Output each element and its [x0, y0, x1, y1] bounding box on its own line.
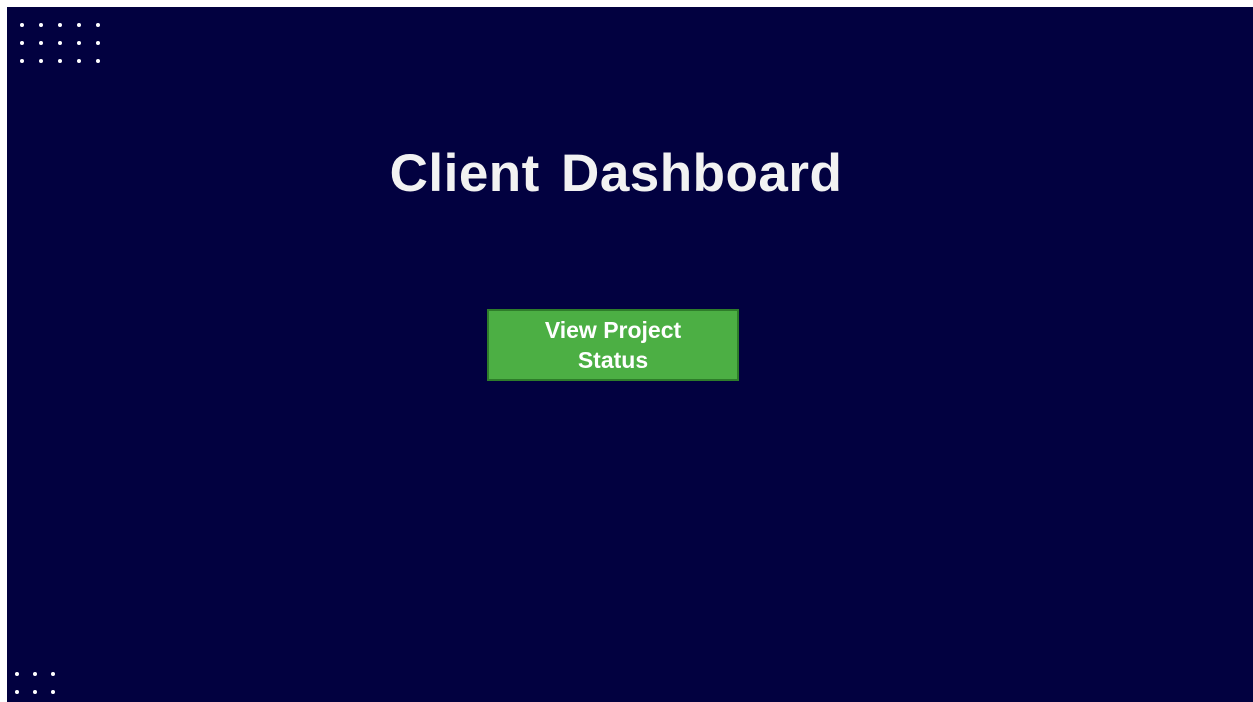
page-title: Client Dashboard	[389, 144, 843, 203]
dot-grid-decoration-top-left	[17, 20, 107, 66]
view-project-status-button-label: View Project Status	[544, 317, 682, 373]
view-project-status-button[interactable]: View Project Status	[487, 309, 739, 381]
dot-grid-decoration-bottom-left	[12, 666, 62, 702]
dashboard-screen: Client Dashboard View Project Status	[7, 7, 1253, 702]
